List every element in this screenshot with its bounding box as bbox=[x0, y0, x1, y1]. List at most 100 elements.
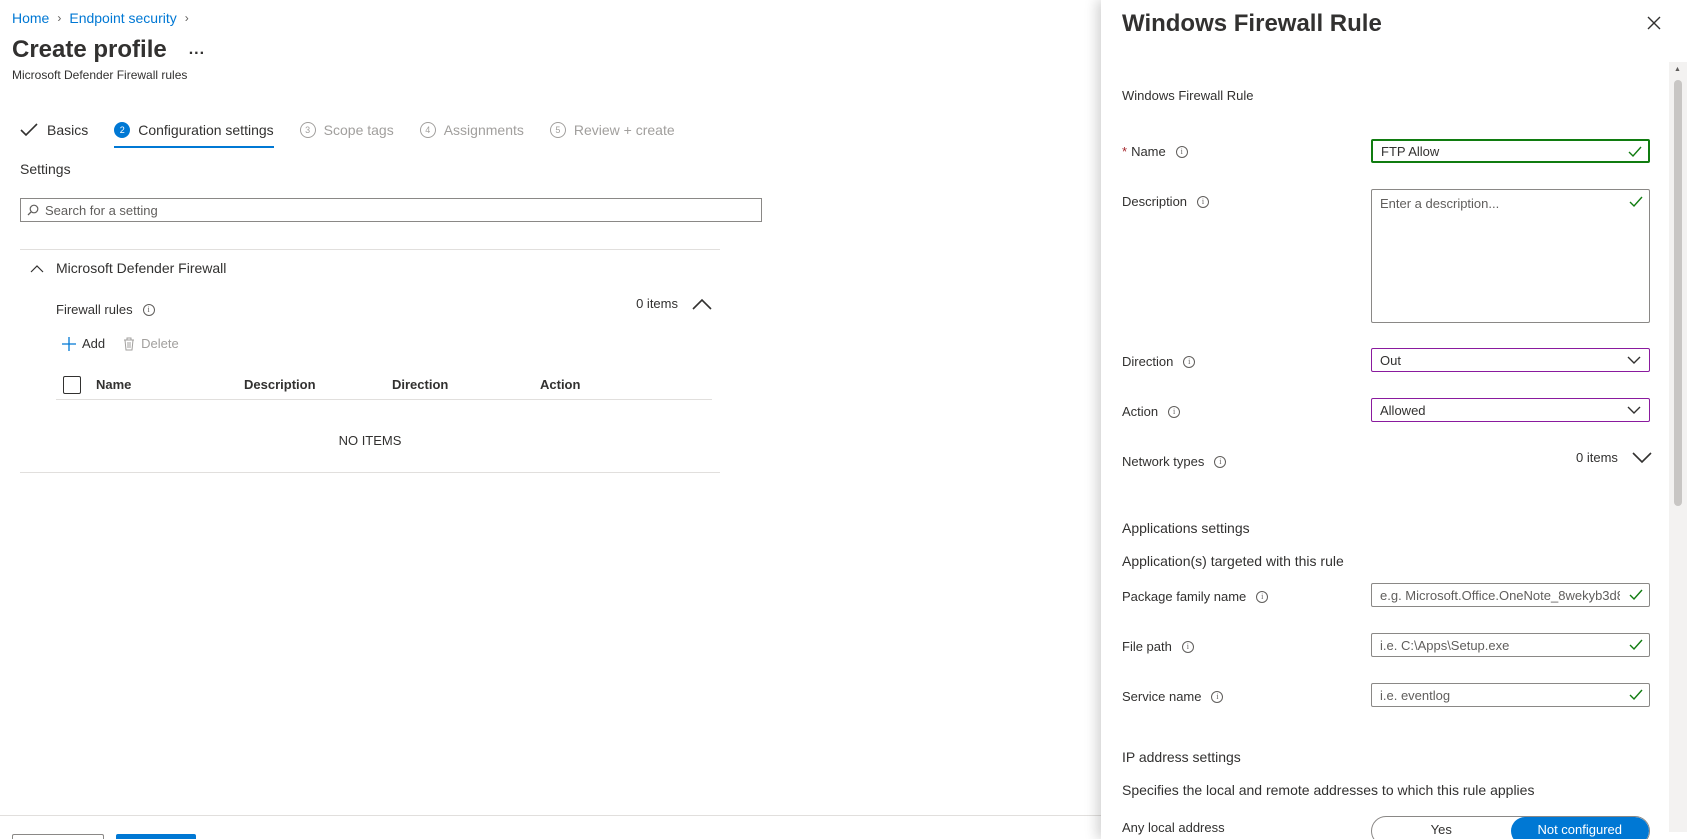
step-configuration-settings[interactable]: 2 Configuration settings bbox=[114, 122, 275, 148]
file-path-input[interactable] bbox=[1380, 637, 1620, 653]
column-header-name[interactable]: Name bbox=[96, 377, 244, 392]
command-bar: Add Delete bbox=[62, 336, 179, 351]
step-number: 5 bbox=[549, 122, 566, 138]
action-dropdown[interactable]: Allowed bbox=[1371, 398, 1650, 422]
file-path-text: File path bbox=[1122, 639, 1172, 654]
direction-label-text: Direction bbox=[1122, 354, 1174, 369]
valid-check-icon bbox=[1629, 196, 1643, 208]
search-input[interactable] bbox=[45, 202, 745, 218]
main-page: Home › Endpoint security › Create profil… bbox=[0, 0, 1101, 839]
info-icon[interactable]: i bbox=[1256, 590, 1269, 603]
breadcrumb-home[interactable]: Home bbox=[12, 10, 49, 26]
info-icon[interactable]: i bbox=[1211, 690, 1224, 703]
network-count-text: 0 items bbox=[1576, 450, 1618, 465]
info-icon[interactable]: i bbox=[1168, 405, 1181, 418]
step-label: Review + create bbox=[573, 122, 675, 138]
network-types-text: Network types bbox=[1122, 454, 1205, 469]
search-box bbox=[20, 198, 762, 222]
step-scope-tags[interactable]: 3 Scope tags bbox=[299, 122, 394, 142]
package-family-text: Package family name bbox=[1122, 589, 1247, 604]
group-header[interactable]: Microsoft Defender Firewall bbox=[30, 260, 226, 276]
any-local-address-toggle: Yes Not configured bbox=[1371, 816, 1650, 839]
name-field bbox=[1371, 139, 1650, 163]
empty-table-message: NO ITEMS bbox=[338, 433, 402, 448]
search-icon bbox=[27, 204, 39, 216]
applications-settings-subtitle: Application(s) targeted with this rule bbox=[1122, 553, 1344, 569]
valid-check-icon bbox=[1628, 146, 1642, 158]
column-header-action[interactable]: Action bbox=[540, 377, 640, 392]
select-all-checkbox[interactable] bbox=[63, 375, 81, 394]
wizard-steps: Basics 2 Configuration settings 3 Scope … bbox=[20, 120, 701, 148]
firewall-rules-label: Firewall rules i bbox=[56, 302, 155, 317]
package-family-input[interactable] bbox=[1380, 587, 1620, 603]
step-label: Configuration settings bbox=[138, 122, 274, 138]
step-assignments[interactable]: 4 Assignments bbox=[419, 122, 524, 142]
service-name-input[interactable] bbox=[1380, 687, 1620, 703]
network-types-count: 0 items bbox=[1576, 450, 1652, 465]
more-options-icon[interactable]: ... bbox=[189, 41, 205, 59]
chevron-right-icon: › bbox=[57, 11, 62, 25]
chevron-down-icon bbox=[1627, 406, 1641, 414]
chevron-up-icon bbox=[30, 264, 44, 272]
info-icon[interactable]: i bbox=[1181, 640, 1194, 653]
step-label: Assignments bbox=[443, 122, 524, 138]
ip-settings-title: IP address settings bbox=[1122, 749, 1241, 765]
column-header-description[interactable]: Description bbox=[244, 377, 392, 392]
firewall-rule-panel: Windows Firewall Rule ▲ Windows Firewall… bbox=[1101, 0, 1687, 839]
page-subtitle: Microsoft Defender Firewall rules bbox=[12, 68, 188, 82]
rules-table-header: Name Description Direction Action bbox=[56, 370, 712, 400]
previous-button[interactable] bbox=[12, 834, 104, 839]
chevron-down-icon[interactable] bbox=[1632, 451, 1652, 464]
items-count-text: 0 items bbox=[636, 296, 678, 311]
description-label-text: Description bbox=[1122, 194, 1188, 209]
step-number: 2 bbox=[114, 122, 131, 138]
info-icon[interactable]: i bbox=[1175, 145, 1188, 158]
any-local-address-label: Any local address bbox=[1122, 820, 1225, 835]
chevron-down-icon bbox=[1627, 356, 1641, 364]
panel-section-title: Windows Firewall Rule bbox=[1122, 88, 1254, 103]
page-title: Create profile ... bbox=[12, 36, 205, 64]
name-label-text: Name bbox=[1131, 144, 1166, 159]
ip-settings-subtitle: Specifies the local and remote addresses… bbox=[1122, 782, 1535, 798]
add-button[interactable]: Add bbox=[62, 336, 105, 351]
column-header-direction[interactable]: Direction bbox=[392, 377, 540, 392]
step-label: Scope tags bbox=[323, 122, 394, 138]
firewall-rules-text: Firewall rules bbox=[56, 302, 133, 317]
description-label: Description i bbox=[1122, 194, 1210, 209]
info-icon[interactable]: i bbox=[142, 303, 155, 316]
page-title-text: Create profile bbox=[12, 36, 167, 63]
step-basics[interactable]: Basics bbox=[20, 122, 88, 142]
valid-check-icon bbox=[1629, 689, 1643, 701]
name-input[interactable] bbox=[1381, 143, 1621, 159]
package-family-field bbox=[1371, 583, 1650, 607]
description-input[interactable] bbox=[1380, 196, 1620, 316]
defender-firewall-group: Microsoft Defender Firewall Firewall rul… bbox=[20, 249, 720, 473]
delete-label: Delete bbox=[141, 336, 179, 351]
toggle-not-configured[interactable]: Not configured bbox=[1510, 817, 1649, 839]
breadcrumb-endpoint-security[interactable]: Endpoint security bbox=[69, 10, 176, 26]
direction-dropdown[interactable]: Out bbox=[1371, 348, 1650, 372]
trash-icon bbox=[124, 337, 135, 350]
step-review-create[interactable]: 5 Review + create bbox=[549, 122, 675, 142]
panel-scrollbar[interactable]: ▲ bbox=[1669, 62, 1687, 832]
group-title: Microsoft Defender Firewall bbox=[56, 260, 227, 276]
step-number: 3 bbox=[299, 122, 316, 138]
chevron-up-icon[interactable] bbox=[692, 298, 712, 310]
delete-button[interactable]: Delete bbox=[123, 336, 179, 351]
info-icon[interactable]: i bbox=[1183, 355, 1196, 368]
service-name-field bbox=[1371, 683, 1650, 707]
action-label-text: Action bbox=[1122, 404, 1159, 419]
info-icon[interactable]: i bbox=[1214, 455, 1227, 468]
scroll-thumb[interactable] bbox=[1674, 80, 1682, 506]
action-value: Allowed bbox=[1380, 402, 1426, 418]
add-label: Add bbox=[82, 336, 106, 351]
next-button[interactable] bbox=[116, 834, 196, 839]
toggle-yes[interactable]: Yes bbox=[1372, 817, 1511, 839]
close-icon[interactable] bbox=[1645, 14, 1663, 32]
applications-settings-title: Applications settings bbox=[1122, 520, 1250, 536]
panel-title: Windows Firewall Rule bbox=[1122, 10, 1382, 37]
chevron-right-icon: › bbox=[184, 11, 189, 25]
info-icon[interactable]: i bbox=[1197, 195, 1210, 208]
plus-icon bbox=[62, 336, 76, 351]
scroll-up-icon[interactable]: ▲ bbox=[1674, 66, 1681, 73]
